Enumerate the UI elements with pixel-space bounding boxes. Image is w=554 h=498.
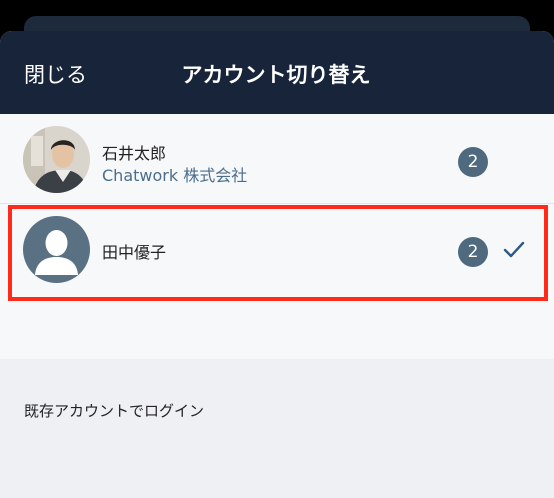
- avatar: [23, 126, 90, 193]
- account-name: 石井太郎: [102, 144, 167, 163]
- user-photo-avatar: [23, 126, 90, 193]
- login-existing-account-link[interactable]: 既存アカウントでログイン: [24, 400, 204, 421]
- unread-count-badge: 2: [458, 147, 488, 177]
- account-list: 石井太郎 Chatwork 株式会社 2 田中優子 2 既存アカウントでログイン: [0, 114, 554, 420]
- account-switch-sheet: 閉じる アカウント切り替え 石井太郎 Chatwork 株式会社 2 田中優子 …: [0, 31, 554, 498]
- header-bar: 閉じる アカウント切り替え: [0, 31, 554, 114]
- checkmark-icon: [503, 241, 525, 258]
- page-title: アカウント切り替え: [181, 63, 371, 87]
- avatar: [23, 216, 90, 283]
- account-name: 田中優子: [102, 243, 167, 262]
- account-organization: Chatwork 株式会社: [102, 166, 248, 185]
- person-silhouette-icon: [23, 216, 90, 283]
- account-row-tanaka[interactable]: 田中優子 2: [0, 204, 554, 294]
- unread-count-badge: 2: [458, 237, 488, 267]
- account-row-ishii[interactable]: 石井太郎 Chatwork 株式会社 2: [0, 114, 554, 204]
